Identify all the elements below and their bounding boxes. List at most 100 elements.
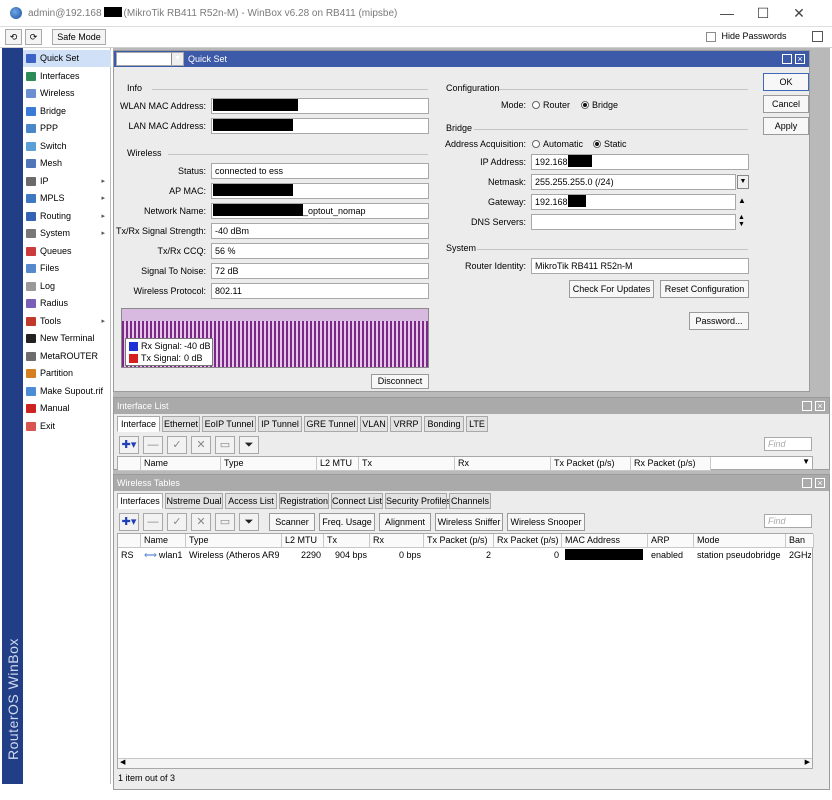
sidebar-item-manual[interactable]: Manual xyxy=(23,400,111,417)
signal-strength-field[interactable]: -40 dBm xyxy=(211,223,429,239)
horizontal-scrollbar[interactable]: ◀ ▶ xyxy=(118,758,812,768)
sidebar-item-exit[interactable]: Exit xyxy=(23,418,111,435)
interface-tab-interface[interactable]: Interface xyxy=(117,416,160,432)
undo-button[interactable]: ⟲ xyxy=(5,29,22,45)
wireless-tab-connect-list[interactable]: Connect List xyxy=(331,493,383,509)
sidebar-item-files[interactable]: Files xyxy=(23,260,111,277)
column-header[interactable]: Mode xyxy=(694,534,786,548)
acq-static-option[interactable]: Static xyxy=(593,139,627,149)
sidebar-item-interfaces[interactable]: Interfaces xyxy=(23,68,111,85)
wlan-mac-field[interactable] xyxy=(211,98,429,114)
sidebar-item-bridge[interactable]: Bridge xyxy=(23,103,111,120)
wireless-tab-channels[interactable]: Channels xyxy=(449,493,491,509)
sidebar-item-mesh[interactable]: Mesh xyxy=(23,155,111,172)
sidebar-item-routing[interactable]: Routing ▸ xyxy=(23,208,111,225)
column-header[interactable] xyxy=(118,457,141,471)
ok-button[interactable]: OK xyxy=(763,73,809,91)
column-header[interactable]: Rx xyxy=(455,457,551,471)
sidebar-item-metarouter[interactable]: MetaROUTER xyxy=(23,348,111,365)
maximize-button[interactable]: ☐ xyxy=(754,4,772,22)
restore-window-icon[interactable] xyxy=(802,478,812,488)
hide-passwords-checkbox[interactable] xyxy=(706,31,716,42)
column-header[interactable]: Ban xyxy=(786,534,814,548)
interface-tab-bonding[interactable]: Bonding xyxy=(424,416,464,432)
column-header[interactable]: Rx Packet (p/s) xyxy=(494,534,562,548)
remove-minus-icon[interactable]: — xyxy=(143,513,163,531)
enable-check-icon[interactable]: ✓ xyxy=(167,436,187,454)
column-header[interactable]: Tx Packet (p/s) xyxy=(424,534,494,548)
column-header[interactable]: Type xyxy=(221,457,317,471)
column-header[interactable]: Name xyxy=(141,457,221,471)
sidebar-item-radius[interactable]: Radius xyxy=(23,295,111,312)
column-header[interactable]: Rx Packet (p/s) xyxy=(631,457,711,471)
apply-button[interactable]: Apply xyxy=(763,117,809,135)
gateway-field[interactable]: 192.168 xyxy=(531,194,736,210)
password-button[interactable]: Password... xyxy=(689,312,749,330)
interface-list-titlebar[interactable]: Interface List × xyxy=(114,398,829,414)
comment-icon[interactable]: ▭ xyxy=(215,513,235,531)
interface-tab-vlan[interactable]: VLAN xyxy=(360,416,388,432)
cancel-button[interactable]: Cancel xyxy=(763,95,809,113)
interface-tab-ethernet[interactable]: Ethernet xyxy=(162,416,200,432)
interface-tab-eoip-tunnel[interactable]: EoIP Tunnel xyxy=(202,416,256,432)
netmask-dropdown-icon[interactable]: ▼ xyxy=(737,175,749,189)
sidebar-item-quick-set[interactable]: Quick Set xyxy=(23,50,111,67)
filter-icon[interactable]: ⏷ xyxy=(239,436,259,454)
protocol-field[interactable]: 802.11 xyxy=(211,283,429,299)
enable-check-icon[interactable]: ✓ xyxy=(167,513,187,531)
quickset-titlebar[interactable]: CPE ▼ Quick Set × xyxy=(114,51,809,67)
remove-minus-icon[interactable]: — xyxy=(143,436,163,454)
column-header[interactable] xyxy=(118,534,141,548)
window-titlebar[interactable]: admin@192.168 (MikroTik RB411 R52n-M) - W… xyxy=(0,0,832,27)
comment-icon[interactable]: ▭ xyxy=(215,436,235,454)
minimize-button[interactable]: — xyxy=(718,4,736,22)
column-header[interactable]: Name xyxy=(141,534,186,548)
sidebar-item-mpls[interactable]: MPLS ▸ xyxy=(23,190,111,207)
sidebar-item-tools[interactable]: Tools ▸ xyxy=(23,313,111,330)
column-header[interactable]: L2 MTU xyxy=(317,457,359,471)
gateway-up-arrow-icon[interactable]: ▲ xyxy=(738,196,746,205)
interface-tab-ip-tunnel[interactable]: IP Tunnel xyxy=(258,416,302,432)
acq-automatic-option[interactable]: Automatic xyxy=(532,139,583,149)
column-header[interactable]: Type xyxy=(186,534,282,548)
sidebar-item-log[interactable]: Log xyxy=(23,278,111,295)
disable-x-icon[interactable]: ✕ xyxy=(191,513,211,531)
close-button[interactable]: ✕ xyxy=(790,4,808,22)
filter-icon[interactable]: ⏷ xyxy=(239,513,259,531)
column-header[interactable]: L2 MTU xyxy=(282,534,324,548)
disable-x-icon[interactable]: ✕ xyxy=(191,436,211,454)
snr-field[interactable]: 72 dB xyxy=(211,263,429,279)
toolbar-window-icon[interactable] xyxy=(812,31,823,42)
interface-list-find-input[interactable]: Find xyxy=(764,437,812,451)
check-for-updates-button[interactable]: Check For Updates xyxy=(569,280,654,298)
wireless-tab-registration[interactable]: Registration xyxy=(279,493,329,509)
interface-tab-lte[interactable]: LTE xyxy=(466,416,488,432)
sidebar-item-partition[interactable]: Partition xyxy=(23,365,111,382)
status-field[interactable]: connected to ess xyxy=(211,163,429,179)
interface-tab-gre-tunnel[interactable]: GRE Tunnel xyxy=(304,416,358,432)
scroll-right-icon[interactable]: ▶ xyxy=(805,758,810,766)
redo-button[interactable]: ⟳ xyxy=(25,29,42,45)
ip-address-field[interactable]: 192.168 xyxy=(531,154,749,170)
alignment-button[interactable]: Alignment xyxy=(379,513,431,531)
sidebar-item-system[interactable]: System ▸ xyxy=(23,225,111,242)
dns-servers-field[interactable] xyxy=(531,214,736,230)
column-menu-icon[interactable]: ▼ xyxy=(802,457,810,466)
safe-mode-button[interactable]: Safe Mode xyxy=(52,29,106,45)
wireless-sniffer-button[interactable]: Wireless Sniffer xyxy=(435,513,503,531)
netmask-select[interactable]: 255.255.255.0 (/24) xyxy=(531,174,736,190)
interface-tab-vrrp[interactable]: VRRP xyxy=(390,416,422,432)
freq-usage-button[interactable]: Freq. Usage xyxy=(319,513,375,531)
reset-configuration-button[interactable]: Reset Configuration xyxy=(660,280,749,298)
dropdown-arrow-icon[interactable]: ▼ xyxy=(171,53,183,65)
acq-static-radio[interactable] xyxy=(593,139,601,148)
restore-window-icon[interactable] xyxy=(782,54,792,64)
ap-mac-field[interactable] xyxy=(211,183,429,199)
lan-mac-field[interactable] xyxy=(211,118,429,134)
sidebar-item-ppp[interactable]: PPP xyxy=(23,120,111,137)
column-header[interactable]: Tx xyxy=(324,534,370,548)
acq-automatic-radio[interactable] xyxy=(532,139,540,148)
table-row[interactable]: RS ⟺ wlan1 Wireless (Atheros AR9... 2290 904 … xyxy=(118,549,812,562)
wireless-tab-security-profiles[interactable]: Security Profiles xyxy=(385,493,451,509)
hide-passwords-option[interactable]: Hide Passwords xyxy=(706,31,787,42)
